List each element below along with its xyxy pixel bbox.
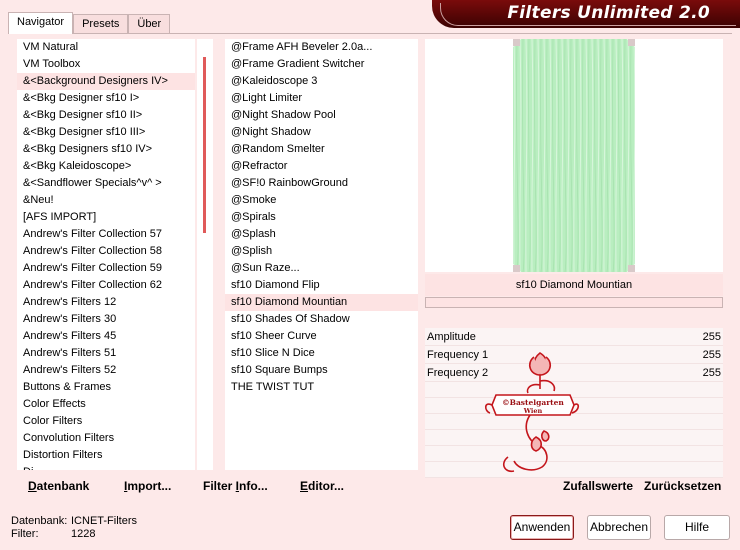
preview-image	[513, 39, 635, 272]
category-item[interactable]: Andrew's Filters 45	[17, 328, 195, 345]
filter-item[interactable]: @Random Smelter	[225, 141, 418, 158]
filter-item[interactable]: sf10 Diamond Mountian	[225, 294, 418, 311]
category-item[interactable]: &<Bkg Designer sf10 I>	[17, 90, 195, 107]
reset-button[interactable]: Zurücksetzen	[644, 479, 721, 493]
parameter-value: 255	[702, 349, 721, 361]
cancel-button[interactable]: Abbrechen	[587, 515, 651, 540]
filter-item[interactable]: @SF!0 RainbowGround	[225, 175, 418, 192]
category-list[interactable]: VM Natural VM Toolbox &<Background Designe…	[17, 39, 195, 470]
category-item[interactable]: Andrew's Filter Collection 62	[17, 277, 195, 294]
filter-item[interactable]: sf10 Square Bumps	[225, 362, 418, 379]
filter-item[interactable]: @Light Limiter	[225, 90, 418, 107]
filter-count-label: Filter:	[11, 528, 39, 540]
category-item[interactable]: &<Bkg Designer sf10 II>	[17, 107, 195, 124]
left-toolbar: Datenbank Import... Filter Info... Edito…	[17, 474, 418, 498]
filter-item[interactable]: @Splash	[225, 226, 418, 243]
category-item[interactable]: VM Natural	[17, 39, 195, 56]
watermark-line-2: Wien	[523, 407, 543, 415]
filter-item[interactable]: sf10 Diamond Flip	[225, 277, 418, 294]
tab-divider	[8, 33, 732, 34]
category-item[interactable]: &<Bkg Designers sf10 IV>	[17, 141, 195, 158]
app-title: Filters Unlimited 2.0	[507, 3, 710, 23]
filter-info-prefix: Filter	[203, 479, 236, 493]
database-status-label: Datenbank:	[11, 515, 68, 527]
filters-unlimited-window: Navigator Presets Über Filters Unlimited…	[0, 0, 740, 550]
category-item[interactable]: &<Bkg Designer sf10 III>	[17, 124, 195, 141]
category-item[interactable]: Andrew's Filter Collection 58	[17, 243, 195, 260]
category-item[interactable]: Di...	[17, 464, 195, 470]
category-item[interactable]: VM Toolbox	[17, 56, 195, 73]
category-item[interactable]: Convolution Filters	[17, 430, 195, 447]
filter-item[interactable]: @Refractor	[225, 158, 418, 175]
tab-navigator[interactable]: Navigator	[8, 12, 74, 34]
parameter-slider[interactable]: Amplitude 255	[425, 328, 723, 346]
category-item[interactable]: &<Sandflower Specials^v^ >	[17, 175, 195, 192]
database-label: atenbank	[36, 479, 90, 493]
status-info: Datenbank: ICNET-Filters Filter: 1228	[11, 515, 137, 541]
import-button[interactable]: Import...	[124, 479, 171, 493]
tab-uber[interactable]: Über	[128, 14, 171, 34]
parameter-value: 255	[702, 367, 721, 379]
category-item[interactable]: Andrew's Filters 51	[17, 345, 195, 362]
database-status-value: ICNET-Filters	[71, 515, 137, 527]
editor-mnemonic: E	[300, 479, 309, 493]
filter-item[interactable]: sf10 Shades Of Shadow	[225, 311, 418, 328]
preview-area	[425, 39, 723, 272]
filter-item[interactable]: @Kaleidoscope 3	[225, 73, 418, 90]
filter-item[interactable]: @Smoke	[225, 192, 418, 209]
category-item[interactable]: Buttons & Frames	[17, 379, 195, 396]
category-item[interactable]: Andrew's Filter Collection 57	[17, 226, 195, 243]
editor-label: ditor...	[308, 479, 345, 493]
editor-button[interactable]: Editor...	[300, 479, 344, 493]
filter-list[interactable]: @Frame AFH Beveler 2.0a... @Frame Gradien…	[225, 39, 418, 470]
random-values-button[interactable]: Zufallswerte	[563, 479, 633, 493]
filter-info-button[interactable]: Filter Info...	[203, 479, 268, 493]
progress-bar	[425, 297, 723, 308]
category-item[interactable]: Color Filters	[17, 413, 195, 430]
help-button[interactable]: Hilfe	[664, 515, 730, 540]
category-scrollbar[interactable]	[197, 39, 213, 470]
category-item[interactable]: Andrew's Filter Collection 59	[17, 260, 195, 277]
parameter-value: 255	[702, 331, 721, 343]
parameter-name: Amplitude	[427, 331, 476, 343]
category-item[interactable]: Color Effects	[17, 396, 195, 413]
import-label: mport...	[127, 479, 172, 493]
filter-item[interactable]: sf10 Slice N Dice	[225, 345, 418, 362]
filter-item[interactable]: THE TWIST TUT	[225, 379, 418, 396]
watermark-line-1: ©Bastelgarten	[502, 398, 564, 407]
category-item[interactable]: &<Bkg Kaleidoscope>	[17, 158, 195, 175]
title-banner: Filters Unlimited 2.0	[432, 0, 740, 28]
right-toolbar: Zufallswerte Zurücksetzen	[425, 474, 723, 498]
apply-button[interactable]: Anwenden	[510, 515, 574, 540]
preview-filter-name: sf10 Diamond Mountian	[425, 274, 723, 296]
watermark-logo: ©Bastelgarten Wien	[484, 352, 580, 473]
filter-item[interactable]: sf10 Sheer Curve	[225, 328, 418, 345]
filter-count-value: 1228	[71, 528, 96, 540]
scrollbar-thumb[interactable]	[203, 57, 206, 233]
tab-presets[interactable]: Presets	[73, 14, 129, 34]
category-item[interactable]: Andrew's Filters 12	[17, 294, 195, 311]
filter-item[interactable]: @Splish	[225, 243, 418, 260]
tab-strip: Navigator Presets Über	[8, 12, 171, 34]
category-item[interactable]: Andrew's Filters 30	[17, 311, 195, 328]
database-button[interactable]: Datenbank	[28, 479, 89, 493]
category-item[interactable]: &<Background Designers IV>	[17, 73, 195, 90]
category-item[interactable]: [AFS IMPORT]	[17, 209, 195, 226]
filter-item[interactable]: @Sun Raze...	[225, 260, 418, 277]
category-item[interactable]: Distortion Filters	[17, 447, 195, 464]
filter-item[interactable]: @Night Shadow	[225, 124, 418, 141]
category-item[interactable]: Andrew's Filters 52	[17, 362, 195, 379]
filter-item[interactable]: @Frame AFH Beveler 2.0a...	[225, 39, 418, 56]
filter-item[interactable]: @Spirals	[225, 209, 418, 226]
filter-info-label: nfo...	[239, 479, 268, 493]
filter-item[interactable]: @Frame Gradient Switcher	[225, 56, 418, 73]
category-item[interactable]: &Neu!	[17, 192, 195, 209]
database-mnemonic: D	[28, 479, 37, 493]
filter-item[interactable]: @Night Shadow Pool	[225, 107, 418, 124]
